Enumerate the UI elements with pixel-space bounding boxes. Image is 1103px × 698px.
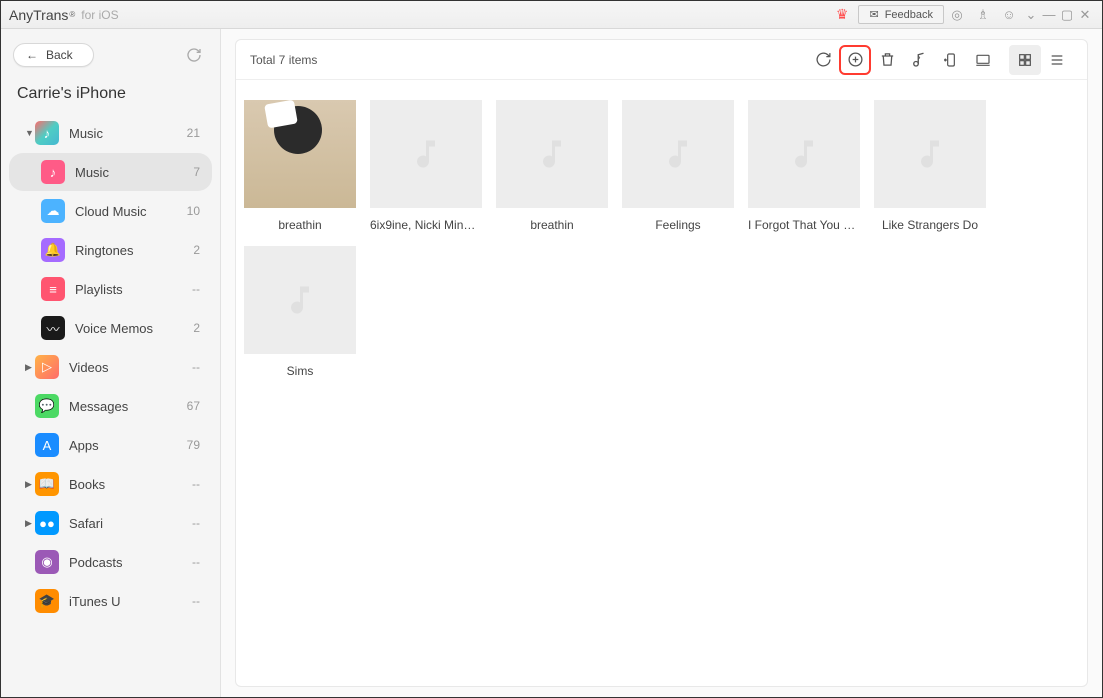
thumbnail — [622, 100, 734, 208]
music-tile[interactable]: Sims — [244, 246, 356, 378]
maximize-icon[interactable]: ▢ — [1058, 5, 1076, 25]
bell-icon: 🔔 — [41, 238, 65, 262]
thumbnail — [748, 100, 860, 208]
tile-label: Like Strangers Do — [874, 218, 986, 232]
music-tile[interactable]: Feelings — [622, 100, 734, 232]
sidebar-item-podcasts[interactable]: ◉ Podcasts -- — [9, 543, 212, 581]
tile-label: 6ix9ine, Nicki Mina… — [370, 218, 482, 232]
arrow-left-icon: ← — [26, 48, 38, 62]
sidebar-item-itunesu[interactable]: 🎓 iTunes U -- — [9, 582, 212, 620]
sidebar-item-music[interactable]: ♪ Music 7 — [9, 153, 212, 191]
add-button[interactable] — [839, 45, 871, 75]
music-group-icon: ♪ — [35, 121, 59, 145]
cloud-icon: ☁ — [41, 199, 65, 223]
thumbnail — [496, 100, 608, 208]
thumbnail — [874, 100, 986, 208]
device-name: Carrie's iPhone — [1, 79, 220, 113]
dropdown-icon[interactable]: ⌄ — [1022, 5, 1040, 25]
app-suffix: for iOS — [81, 8, 118, 22]
itunesu-icon: 🎓 — [35, 589, 59, 613]
caret-right-icon: ▶ — [25, 362, 35, 373]
shirt-icon[interactable]: ♗ — [970, 5, 996, 25]
podcasts-icon: ◉ — [35, 550, 59, 574]
music-tile[interactable]: 6ix9ine, Nicki Mina… — [370, 100, 482, 232]
app-name: AnyTrans — [9, 7, 68, 23]
titlebar: AnyTrans® for iOS ♛ ✉ Feedback ◎ ♗ ☺ ⌄ —… — [1, 1, 1102, 29]
sidebar-item-music-parent[interactable]: ▼ ♪ Music 21 — [9, 114, 212, 152]
caret-right-icon: ▶ — [25, 518, 35, 529]
music-tile[interactable]: I Forgot That You E… — [748, 100, 860, 232]
thumbnail — [244, 100, 356, 208]
total-count: Total 7 items — [250, 53, 317, 67]
safari-icon: ●● — [35, 511, 59, 535]
sidebar-item-playlists[interactable]: ≡ Playlists -- — [9, 270, 212, 308]
music-icon: ♪ — [41, 160, 65, 184]
refresh-button[interactable] — [807, 45, 839, 75]
content-grid: breathin 6ix9ine, Nicki Mina… breathin Feel… — [236, 80, 1087, 398]
tile-label: I Forgot That You E… — [748, 218, 860, 232]
tile-label: breathin — [244, 218, 356, 232]
crown-icon[interactable]: ♛ — [836, 6, 849, 23]
voice-icon: 〰 — [41, 316, 65, 340]
caret-right-icon: ▶ — [25, 479, 35, 490]
video-icon: ▷ — [35, 355, 59, 379]
music-tile[interactable]: breathin — [496, 100, 608, 232]
mail-icon: ✉ — [869, 8, 878, 21]
sidebar-item-videos[interactable]: ▶ ▷ Videos -- — [9, 348, 212, 386]
music-tile[interactable]: breathin — [244, 100, 356, 232]
feedback-button[interactable]: ✉ Feedback — [858, 5, 944, 24]
main-panel: Total 7 items breathin 6ix9ine, Nicki Min… — [235, 39, 1088, 687]
to-computer-button[interactable] — [967, 45, 999, 75]
sidebar-item-ringtones[interactable]: 🔔 Ringtones 2 — [9, 231, 212, 269]
refresh-button[interactable] — [180, 41, 208, 69]
to-device-button[interactable] — [935, 45, 967, 75]
tile-label: breathin — [496, 218, 608, 232]
music-tile[interactable]: Like Strangers Do — [874, 100, 986, 232]
sidebar-item-cloud-music[interactable]: ☁ Cloud Music 10 — [9, 192, 212, 230]
delete-button[interactable] — [871, 45, 903, 75]
sidebar-item-safari[interactable]: ▶ ●● Safari -- — [9, 504, 212, 542]
help-icon[interactable]: ◎ — [944, 5, 970, 25]
to-itunes-button[interactable] — [903, 45, 935, 75]
sidebar-item-apps[interactable]: A Apps 79 — [9, 426, 212, 464]
sidebar-item-voice-memos[interactable]: 〰 Voice Memos 2 — [9, 309, 212, 347]
caret-down-icon: ▼ — [25, 128, 35, 138]
sidebar: ← Back Carrie's iPhone ▼ ♪ Music 21 ♪ Mu… — [1, 29, 221, 697]
minimize-icon[interactable]: — — [1040, 5, 1058, 25]
playlist-icon: ≡ — [41, 277, 65, 301]
toolbar: Total 7 items — [236, 40, 1087, 80]
books-icon: 📖 — [35, 472, 59, 496]
back-button[interactable]: ← Back — [13, 43, 94, 67]
sidebar-item-messages[interactable]: 💬 Messages 67 — [9, 387, 212, 425]
sidebar-item-books[interactable]: ▶ 📖 Books -- — [9, 465, 212, 503]
list-view-button[interactable] — [1041, 45, 1073, 75]
thumbnail — [244, 246, 356, 354]
apps-icon: A — [35, 433, 59, 457]
messages-icon: 💬 — [35, 394, 59, 418]
thumbnail — [370, 100, 482, 208]
user-icon[interactable]: ☺ — [996, 5, 1022, 25]
close-icon[interactable]: ✕ — [1076, 5, 1094, 25]
tile-label: Sims — [244, 364, 356, 378]
grid-view-button[interactable] — [1009, 45, 1041, 75]
tile-label: Feelings — [622, 218, 734, 232]
